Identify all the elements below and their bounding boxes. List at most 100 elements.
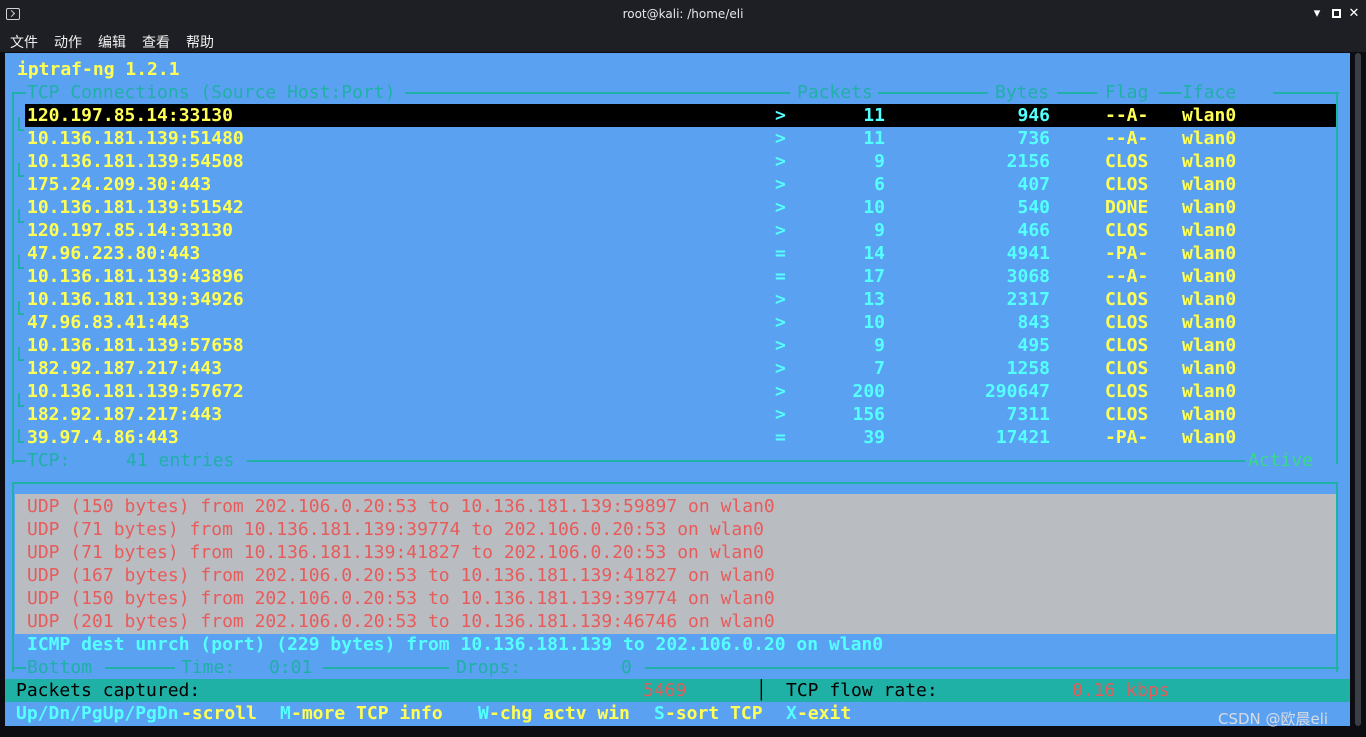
tcp-row-dir: > <box>775 289 786 310</box>
tcp-header-bytes: Bytes <box>995 82 1050 103</box>
tcp-row[interactable]: 47.96.83.41:443 > 10 843 CLOS wlan0 <box>5 311 1350 334</box>
close-button[interactable]: ✕ <box>1346 6 1362 22</box>
tcp-row-flag: CLOS <box>1105 381 1149 402</box>
menu-file[interactable]: 文件 <box>10 32 38 52</box>
tcp-row[interactable]: 182.92.187.217:443 > 7 1258 CLOS wlan0 <box>5 357 1350 380</box>
key-sort: S <box>654 703 665 724</box>
tcp-row-bytes: 290647 <box>984 381 1050 402</box>
tcp-row-dir: = <box>775 266 786 287</box>
tcp-row-bytes: 17421 <box>995 427 1050 448</box>
tcp-footer: TCP: 41 entries Active <box>5 449 1350 472</box>
menu-help[interactable]: 帮助 <box>186 32 214 52</box>
active-window-indicator: Active <box>1248 450 1314 471</box>
status-line: Packets captured: 5469 │ TCP flow rate: … <box>5 679 1350 702</box>
tcp-row-bytes: 495 <box>1017 335 1050 356</box>
tcp-row-bytes: 540 <box>1017 197 1050 218</box>
tcp-row-packets: 13 <box>863 289 885 310</box>
tcp-row-iface: wlan0 <box>1182 128 1237 149</box>
tcp-row[interactable]: 47.96.223.80:443 = 14 4941 -PA- wlan0 <box>5 242 1350 265</box>
tcp-row[interactable]: 10.136.181.139:43896 = 17 3068 --A- wlan… <box>5 265 1350 288</box>
terminal-scrollbar[interactable] <box>1350 53 1366 726</box>
watermark: CSDN @欧晨eli <box>1218 710 1329 728</box>
tcp-row[interactable]: 39.97.4.86:443 = 39 17421 -PA- wlan0 <box>5 426 1350 449</box>
tcp-row[interactable]: 10.136.181.139:54508 > 9 2156 CLOS wlan0 <box>5 150 1350 173</box>
key-exit-desc: -exit <box>797 703 852 724</box>
minimize-button[interactable]: ▾ <box>1309 6 1325 22</box>
tcp-row-packets: 39 <box>863 427 885 448</box>
tcp-row-bytes: 2317 <box>1006 289 1050 310</box>
tcp-row-iface: wlan0 <box>1182 243 1237 264</box>
tcp-row-addr: 120.197.85.14:33130 <box>27 220 233 241</box>
key-help-line: Up/Dn/PgUp/PgDn -scroll M -more TCP info… <box>5 702 1350 725</box>
drops-label: Drops: <box>456 657 522 678</box>
maximize-button[interactable] <box>1328 6 1344 22</box>
tcp-row[interactable]: 182.92.187.217:443 > 156 7311 CLOS wlan0 <box>5 403 1350 426</box>
tcp-row-iface: wlan0 <box>1182 289 1237 310</box>
tcp-row-packets: 200 <box>852 381 885 402</box>
tcp-row-addr: 10.136.181.139:51480 <box>27 128 244 149</box>
tcp-row-flag: CLOS <box>1105 289 1149 310</box>
tcp-row-dir: > <box>775 174 786 195</box>
key-more-info: M <box>280 703 291 724</box>
tcp-row-dir: > <box>775 151 786 172</box>
tcp-row-packets: 7 <box>874 358 885 379</box>
tcp-flow-rate-value: 0.16 kbps <box>1072 680 1170 701</box>
tcp-row-packets: 10 <box>863 312 885 333</box>
menu-view[interactable]: 查看 <box>142 32 170 52</box>
tcp-row-iface: wlan0 <box>1182 197 1237 218</box>
tcp-row-flag: CLOS <box>1105 220 1149 241</box>
tcp-row-iface: wlan0 <box>1182 335 1237 356</box>
udp-log-line: UDP (71 bytes) from 10.136.181.139:39774… <box>27 519 764 540</box>
tcp-row-addr: 182.92.187.217:443 <box>27 358 223 379</box>
tcp-row-dir: = <box>775 243 786 264</box>
tcp-row-addr: 175.24.209.30:443 <box>27 174 212 195</box>
tcp-row[interactable]: 10.136.181.139:57672 > 200 290647 CLOS w… <box>5 380 1350 403</box>
scroll-position-label: Bottom <box>27 657 93 678</box>
tcp-row-bytes: 2156 <box>1006 151 1050 172</box>
tcp-row-flag: CLOS <box>1105 358 1149 379</box>
tcp-row-packets: 9 <box>874 151 885 172</box>
tcp-row-addr: 120.197.85.14:33130 <box>27 105 233 126</box>
tcp-row-packets: 10 <box>863 197 885 218</box>
tcp-row[interactable]: 10.136.181.139:51542 > 10 540 DONE wlan0 <box>5 196 1350 219</box>
tcp-row-addr: 10.136.181.139:51542 <box>27 197 244 218</box>
tcp-row-flag: --A- <box>1105 266 1149 287</box>
tcp-row-addr: 39.97.4.86:443 <box>27 427 179 448</box>
tcp-row[interactable]: 175.24.209.30:443 > 6 407 CLOS wlan0 <box>5 173 1350 196</box>
terminal-area[interactable]: iptraf-ng 1.2.1 TCP Connections (Source … <box>5 53 1350 726</box>
tcp-row-flag: CLOS <box>1105 151 1149 172</box>
tcp-header-title: TCP Connections (Source Host:Port) <box>27 82 396 103</box>
key-scroll: Up/Dn/PgUp/PgDn <box>16 703 179 724</box>
tcp-row-iface: wlan0 <box>1182 427 1237 448</box>
tcp-row-addr: 10.136.181.139:34926 <box>27 289 244 310</box>
tcp-row[interactable]: 10.136.181.139:34926 > 13 2317 CLOS wlan… <box>5 288 1350 311</box>
udp-log-line: UDP (167 bytes) from 202.106.0.20:53 to … <box>27 565 775 586</box>
drops-value: 0 <box>621 657 632 678</box>
tcp-row-bytes: 407 <box>1017 174 1050 195</box>
tcp-row-selected[interactable]: 120.197.85.14:33130 > 11 946 --A- wlan0 <box>25 104 1336 127</box>
key-exit: X <box>786 703 797 724</box>
maximize-icon <box>1331 9 1341 18</box>
tcp-header-iface: Iface <box>1182 82 1237 103</box>
scrollbar-thumb[interactable] <box>1355 53 1361 726</box>
packets-captured-value: 5469 <box>643 680 687 701</box>
tcp-row-bytes: 736 <box>1017 128 1050 149</box>
tcp-footer-label: TCP: <box>27 450 71 471</box>
menu-edit[interactable]: 编辑 <box>98 32 126 52</box>
tcp-row-addr: 10.136.181.139:57672 <box>27 381 244 402</box>
tcp-row-bytes: 3068 <box>1006 266 1050 287</box>
udp-log-line: UDP (201 bytes) from 202.106.0.20:53 to … <box>27 611 775 632</box>
tcp-row-bytes: 466 <box>1017 220 1050 241</box>
tcp-row[interactable]: 120.197.85.14:33130 > 9 466 CLOS wlan0 <box>5 219 1350 242</box>
key-change-window-desc: -chg actv win <box>489 703 630 724</box>
tcp-row-addr: 10.136.181.139:57658 <box>27 335 244 356</box>
tcp-row-dir: > <box>775 197 786 218</box>
menu-action[interactable]: 动作 <box>54 32 82 52</box>
tcp-row[interactable]: 10.136.181.139:57658 > 9 495 CLOS wlan0 <box>5 334 1350 357</box>
tcp-flow-rate-label: TCP flow rate: <box>786 680 938 701</box>
packets-captured-label: Packets captured: <box>16 680 201 701</box>
tcp-row[interactable]: 10.136.181.139:51480 > 11 736 --A- wlan0 <box>5 127 1350 150</box>
tcp-row-dir: > <box>775 381 786 402</box>
tcp-row-packets: 11 <box>863 105 885 126</box>
tcp-row-iface: wlan0 <box>1182 312 1237 333</box>
